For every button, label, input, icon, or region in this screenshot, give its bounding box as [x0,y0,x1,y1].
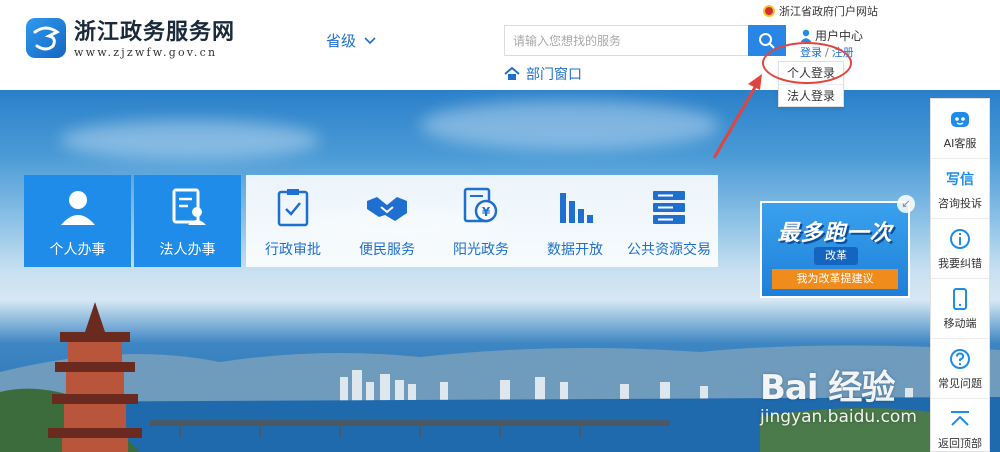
server-icon [653,191,685,224]
personal-affairs-label: 个人办事 [49,242,106,258]
top-header: 浙江政务服务网 www.zjzwfw.gov.cn 省级 浙江省政府门户网站 部… [0,0,1000,90]
watermark-url: jingyan.baidu.com [760,407,917,427]
sidebar-item-correction[interactable]: 我要纠错 [931,219,989,279]
dept-window-link[interactable]: 部门窗口 [504,64,582,84]
admin-approval-tile[interactable]: 行政审批 [246,175,340,267]
user-center-label: 用户中心 [815,29,864,43]
person-icon [60,191,95,225]
admin-approval-label: 行政审批 [265,242,321,258]
clipboard-check-icon [277,189,309,227]
letter-icon: 写信 [946,172,974,188]
dept-window-label: 部门窗口 [526,67,582,83]
site-url: www.zjzwfw.gov.cn [74,46,218,59]
sidebar-label-mobile: 移动端 [943,317,977,330]
convenience-service-label: 便民服务 [359,242,415,258]
question-icon [950,349,970,369]
baidu-watermark: Bai 经验 jingyan.baidu.com [760,360,917,427]
logo-emblem-icon [26,18,66,58]
sidebar-label-back-to-top: 返回顶部 [938,437,982,450]
search-box [504,25,786,56]
site-logo[interactable]: 浙江政务服务网 www.zjzwfw.gov.cn [26,18,235,60]
service-panel: 行政审批 便民服务 ¥ 阳光政务 数据开放 公共资源交易 [246,175,718,267]
annotation-arrow [712,74,762,159]
corporate-doc-icon [172,188,206,225]
promo-suggestion-button[interactable]: 我为改革提建议 [772,269,898,289]
user-icon [800,29,812,42]
right-float-sidebar: AI客服 写信 咨询投诉 我要纠错 移动端 常见问题 返回顶部 [930,98,990,452]
handshake-icon [367,197,407,221]
public-resource-trading-tile[interactable]: 公共资源交易 [622,175,716,267]
svg-text:¥: ¥ [482,205,491,219]
info-icon [950,229,970,249]
open-data-tile[interactable]: 数据开放 [528,175,622,267]
document-coin-icon: ¥ [463,187,498,223]
bar-chart-icon [560,193,593,223]
sidebar-label-consult: 咨询投诉 [938,197,982,210]
open-government-tile[interactable]: ¥ 阳光政务 [434,175,528,267]
mobile-icon [953,288,967,310]
open-data-label: 数据开放 [547,242,603,258]
convenience-service-tile[interactable]: 便民服务 [340,175,434,267]
sidebar-label-faq: 常见问题 [938,377,982,390]
search-icon [759,32,775,49]
annotation-circle [762,42,852,84]
reform-promo-banner[interactable]: 最多跑一次 改革 我为改革提建议 [760,201,910,298]
sidebar-item-back-to-top[interactable]: 返回顶部 [931,399,989,452]
promo-subtitle: 改革 [814,247,858,265]
sidebar-item-ai-service[interactable]: AI客服 [931,99,989,159]
promo-title: 最多跑一次 [777,221,893,246]
corporate-login-item[interactable]: 法人登录 [779,84,843,106]
watermark-logo: Bai 经验 [760,368,895,408]
search-input[interactable] [505,26,749,55]
province-label: 省级 [326,32,357,50]
robot-icon [951,112,969,127]
open-government-label: 阳光政务 [453,242,509,258]
corporate-affairs-tile[interactable]: 法人办事 [134,175,241,267]
sidebar-label-correction: 我要纠错 [938,257,982,270]
public-resource-trading-label: 公共资源交易 [627,242,711,258]
personal-affairs-tile[interactable]: 个人办事 [24,175,131,267]
site-title: 浙江政务服务网 [74,19,236,45]
gov-portal-label: 浙江省政府门户网站 [779,5,878,18]
sidebar-item-faq[interactable]: 常见问题 [931,339,989,399]
sidebar-label-ai: AI客服 [943,137,977,150]
sidebar-item-consult[interactable]: 写信 咨询投诉 [931,159,989,219]
sidebar-item-mobile[interactable]: 移动端 [931,279,989,339]
national-emblem-icon [763,5,775,17]
corporate-affairs-label: 法人办事 [159,242,216,258]
chevron-down-icon [364,36,376,44]
gov-portal-link[interactable]: 浙江省政府门户网站 [763,3,878,19]
back-to-top-icon [951,411,969,426]
province-selector[interactable]: 省级 [326,30,376,51]
hero-banner: 个人办事 法人办事 行政审批 便民服务 ¥ 阳光政务 数据开放 公共资源交易 最… [0,90,1000,452]
home-icon [504,67,520,80]
promo-close-icon[interactable]: ↙ [897,195,915,213]
